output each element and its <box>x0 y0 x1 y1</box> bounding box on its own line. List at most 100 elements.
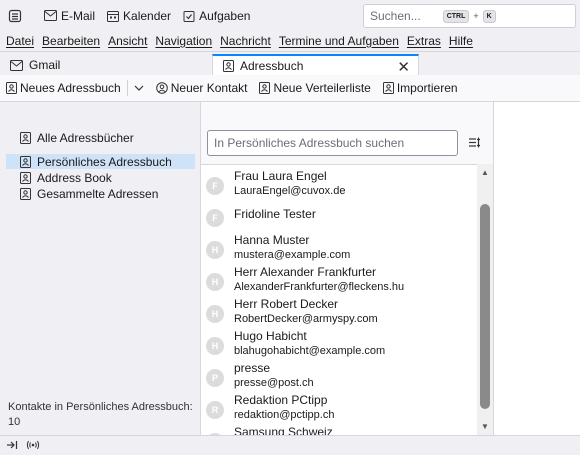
contact-name: Herr Alexander Frankfurter <box>234 265 377 279</box>
contact-count: Kontakte in Persönliches Adressbuch: 10 <box>8 400 193 430</box>
contact-card[interactable]: H Hugo Habicht blahugohabicht@example.co… <box>201 329 477 361</box>
space-calendar-button[interactable]: Kalender <box>107 9 171 23</box>
space-tasks-button[interactable]: Aufgaben <box>183 9 250 23</box>
contact-list[interactable]: F Frau Laura Engel LauraEngel@cuvox.de F… <box>201 164 477 435</box>
address-book-icon <box>20 155 31 168</box>
avatar: R <box>206 401 224 419</box>
menu-termine-und-aufgaben[interactable]: Termine und Aufgaben <box>279 34 399 48</box>
contact-name: Hugo Habicht <box>234 329 307 343</box>
toggle-spaces-button[interactable] <box>6 439 18 453</box>
menu-bearbeiten[interactable]: Bearbeiten <box>42 34 100 48</box>
new-contact-button[interactable]: Neuer Kontakt <box>155 81 248 95</box>
contact-email: AlexanderFrankfurter@fleckens.hu <box>234 281 405 293</box>
scroll-up-icon[interactable]: ▲ <box>481 168 489 177</box>
menu-datei[interactable]: Datei <box>6 34 34 48</box>
contact-card[interactable]: R Redaktion PCtipp redaktion@pctipp.ch <box>201 393 477 425</box>
global-search-placeholder: Suchen... <box>370 9 421 23</box>
mail-tab-icon <box>10 59 23 71</box>
tab-adressbuch-label: Adressbuch <box>240 59 304 73</box>
menu-extras[interactable]: Extras <box>407 34 441 48</box>
contact-email: LauraEngel@cuvox.de <box>234 185 346 197</box>
contact-email: blahugohabicht@example.com <box>234 345 386 357</box>
global-search-input[interactable]: Suchen... CTRL + K <box>363 4 576 28</box>
avatar: H <box>206 305 224 323</box>
tasks-icon <box>183 10 195 22</box>
menu-nachricht[interactable]: Nachricht <box>220 34 271 48</box>
contact-card[interactable]: H Hanna Muster mustera@example.com <box>201 233 477 265</box>
list-display-options-button[interactable] <box>468 136 481 152</box>
avatar: H <box>206 273 224 291</box>
new-address-book-dropdown[interactable] <box>134 85 144 91</box>
contact-email: RobertDecker@armyspy.com <box>234 313 378 325</box>
book-personal[interactable]: Persönliches Adressbuch <box>6 154 195 169</box>
contact-name: presse <box>234 361 271 375</box>
book-collected[interactable]: Gesammelte Adressen <box>6 186 195 201</box>
contact-email: mustera@example.com <box>234 249 351 261</box>
scrollbar-thumb[interactable] <box>480 204 490 409</box>
contact-card[interactable]: H Herr Robert Decker RobertDecker@armysp… <box>201 297 477 329</box>
chevron-down-icon <box>134 85 144 91</box>
contact-name: Hanna Muster <box>234 233 310 247</box>
avatar: H <box>206 241 224 259</box>
scroll-down-icon[interactable]: ▼ <box>481 422 489 431</box>
contact-card[interactable]: F Frau Laura Engel LauraEngel@cuvox.de <box>201 169 477 201</box>
contact-card[interactable]: S Samsung Schweiz <box>201 425 477 435</box>
calendar-icon <box>107 10 120 22</box>
new-address-book-button[interactable]: Neues Adressbuch <box>6 81 121 95</box>
contact-email: redaktion@pctipp.ch <box>234 409 335 421</box>
tab-adressbuch[interactable]: Adressbuch ✕ <box>212 54 419 76</box>
books-pane: Alle Adressbücher Persönliches Adressbuc… <box>0 102 201 435</box>
avatar: H <box>206 337 224 355</box>
space-calendar-label: Kalender <box>123 8 172 23</box>
contact-count-label: Kontakte in Persönliches Adressbuch: <box>8 401 193 413</box>
shortcut-plus: + <box>473 11 479 21</box>
contact-name: Samsung Schweiz <box>234 425 333 435</box>
contact-count-value: 10 <box>8 416 21 428</box>
new-contact-label: Neuer Kontakt <box>170 81 248 95</box>
space-tasks-label: Aufgaben <box>199 8 251 23</box>
tab-close-icon[interactable]: ✕ <box>397 58 410 76</box>
address-book-toolbar: Neues Adressbuch Neuer Kontakt Neue Vert… <box>0 75 580 102</box>
menubar: Datei Bearbeiten Ansicht Navigation Nach… <box>0 31 580 50</box>
app-menu-button[interactable] <box>2 3 28 29</box>
contact-email: presse@post.ch <box>234 377 314 389</box>
list-icon <box>259 82 271 94</box>
import-label: Importieren <box>396 81 458 95</box>
contact-card[interactable]: F Fridoline Tester <box>201 201 477 233</box>
contact-card[interactable]: H Herr Alexander Frankfurter AlexanderFr… <box>201 265 477 297</box>
avatar: F <box>206 177 224 195</box>
menu-ansicht[interactable]: Ansicht <box>108 34 147 48</box>
tab-gmail[interactable]: Gmail <box>0 54 206 76</box>
contact-name: Frau Laura Engel <box>234 169 327 183</box>
contact-card[interactable]: P presse presse@post.ch <box>201 361 477 393</box>
online-status-button[interactable] <box>26 439 40 453</box>
avatar: F <box>206 209 224 227</box>
contact-name: Fridoline Tester <box>234 207 316 221</box>
menu-hilfe[interactable]: Hilfe <box>449 34 473 48</box>
book-address-book-label: Address Book <box>37 170 112 185</box>
book-personal-label: Persönliches Adressbuch <box>37 154 172 169</box>
app-menu-icon <box>8 9 22 22</box>
contacts-pane: In Persönliches Adressbuch suchen F Frau… <box>201 102 493 435</box>
new-list-button[interactable]: Neue Verteilerliste <box>259 81 371 95</box>
space-mail-button[interactable]: E-Mail <box>44 9 95 23</box>
address-book-icon <box>20 131 31 144</box>
address-book-icon <box>20 187 31 200</box>
new-list-label: Neue Verteilerliste <box>273 81 371 95</box>
import-button[interactable]: Importieren <box>382 81 458 95</box>
book-collected-label: Gesammelte Adressen <box>37 186 159 201</box>
address-book-icon <box>20 171 31 184</box>
toolbar-divider <box>126 80 128 96</box>
sort-icon <box>469 137 480 148</box>
book-all[interactable]: Alle Adressbücher <box>6 130 195 145</box>
contact-list-scrollbar[interactable]: ▲ ▼ <box>477 164 493 435</box>
collapse-arrow-icon <box>7 440 18 449</box>
contact-search-placeholder: In Persönliches Adressbuch suchen <box>214 136 405 150</box>
status-bar <box>0 435 580 455</box>
space-mail-label: E-Mail <box>61 8 96 23</box>
contact-detail-pane <box>493 102 580 435</box>
menu-navigation[interactable]: Navigation <box>155 34 212 48</box>
envelope-icon <box>44 10 57 21</box>
contact-search-input[interactable]: In Persönliches Adressbuch suchen <box>207 130 458 156</box>
book-address-book[interactable]: Address Book <box>6 170 195 185</box>
